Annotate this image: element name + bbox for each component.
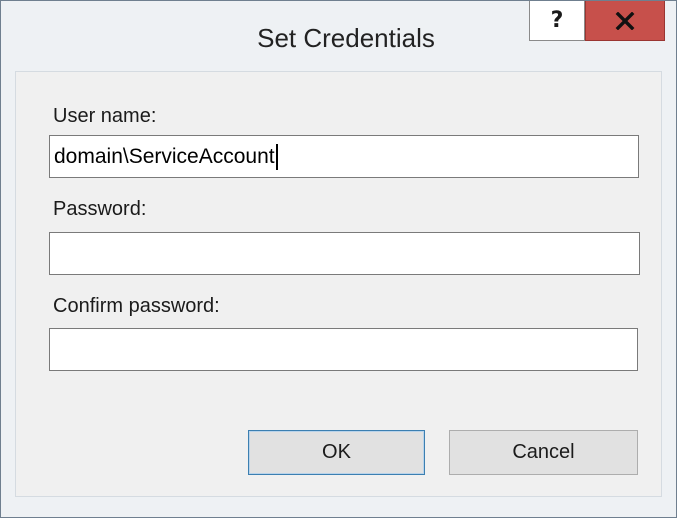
window-frame-left xyxy=(1,71,15,497)
close-icon xyxy=(615,11,635,30)
help-icon: ? xyxy=(550,8,564,33)
confirm-password-field[interactable] xyxy=(49,328,638,371)
username-value: domain\ServiceAccount xyxy=(54,144,275,168)
text-caret xyxy=(275,143,278,170)
window-frame-right xyxy=(662,71,676,497)
confirm-password-label: Confirm password: xyxy=(53,295,220,317)
username-field[interactable]: domain\ServiceAccount xyxy=(49,135,639,178)
password-field[interactable] xyxy=(49,232,640,275)
ok-button[interactable]: OK xyxy=(248,430,425,475)
set-credentials-dialog: Set Credentials ? User name: domain\Serv… xyxy=(0,0,677,518)
username-label: User name: xyxy=(53,105,157,127)
window-frame-bottom xyxy=(1,497,676,517)
help-button[interactable]: ? xyxy=(529,1,585,41)
cancel-button[interactable]: Cancel xyxy=(449,430,638,475)
close-button[interactable] xyxy=(585,1,665,41)
password-label: Password: xyxy=(53,198,147,220)
